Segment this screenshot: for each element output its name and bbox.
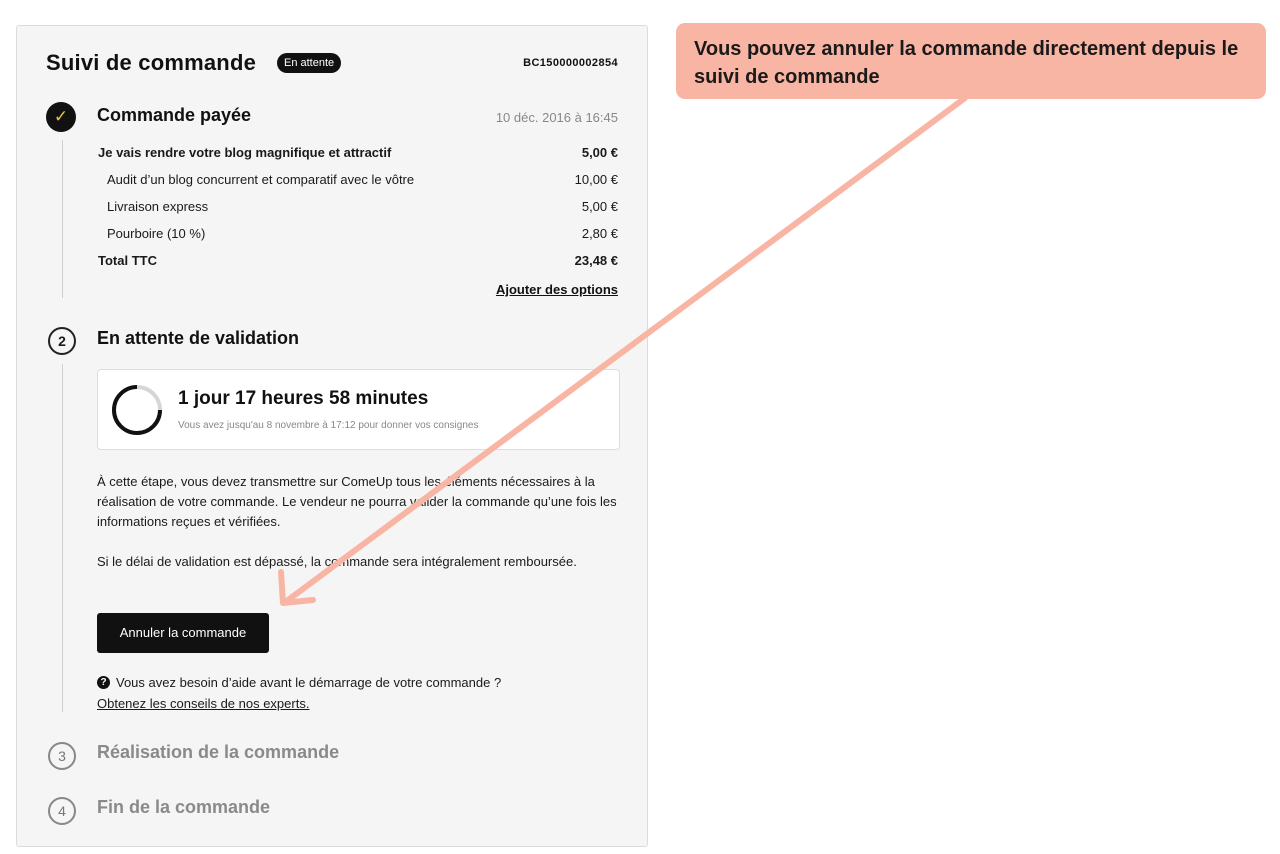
add-options-link[interactable]: Ajouter des options <box>496 282 618 297</box>
step-3-number: 3 <box>48 742 76 770</box>
help-text: Vous avez besoin d’aide avant le démarra… <box>116 675 502 690</box>
line-label: Pourboire (10 %) <box>107 226 206 241</box>
check-icon: ✓ <box>46 102 76 132</box>
order-line-tip: Pourboire (10 %) 2,80 € <box>98 226 618 246</box>
step-line <box>62 364 63 712</box>
line-amount: 5,00 € <box>581 145 618 160</box>
line-amount: 2,80 € <box>581 226 618 241</box>
expert-advice-link[interactable]: Obtenez les conseils de nos experts. <box>97 696 309 711</box>
step-4-title: Fin de la commande <box>97 797 271 817</box>
deadline-text: Vous avez jusqu'au 8 novembre à 17:12 po… <box>178 420 479 431</box>
total-amount: 23,48 € <box>574 253 618 268</box>
status-badge: En attente <box>277 53 342 73</box>
progress-ring-icon <box>112 385 162 435</box>
order-reference: BC150000002854 <box>523 57 618 69</box>
cancel-order-button[interactable]: Annuler la commande <box>97 613 269 653</box>
order-tracking-panel: Suivi de commande En attente BC150000002… <box>16 25 648 847</box>
step-1-date: 10 déc. 2016 à 16:45 <box>495 110 618 125</box>
refund-paragraph: Si le délai de validation est dépassé, l… <box>97 554 577 569</box>
step-4-number: 4 <box>48 797 76 825</box>
total-label: Total TTC <box>98 253 157 268</box>
countdown-card: 1 jour 17 heures 58 minutes Vous avez ju… <box>97 369 620 450</box>
annotation-callout: Vous pouvez annuler la commande directem… <box>676 23 1266 99</box>
step-2-number: 2 <box>48 327 76 355</box>
countdown-text: 1 jour 17 heures 58 minutes <box>178 388 429 409</box>
order-line-main: Je vais rendre votre blog magnifique et … <box>98 145 618 165</box>
step-1-title: Commande payée <box>97 105 252 125</box>
instructions-paragraph: À cette étape, vous devez transmettre su… <box>97 474 617 529</box>
line-label: Audit d’un blog concurrent et comparatif… <box>107 172 415 187</box>
step-2-title: En attente de validation <box>97 328 300 348</box>
step-3-title: Réalisation de la commande <box>97 742 340 762</box>
order-line-option: Livraison express 5,00 € <box>98 199 618 219</box>
question-circle-icon: ? <box>97 676 110 689</box>
step-line <box>62 140 63 298</box>
order-line-option: Audit d’un blog concurrent et comparatif… <box>98 172 618 192</box>
order-total: Total TTC 23,48 € <box>98 253 618 273</box>
line-amount: 5,00 € <box>581 199 618 214</box>
line-amount: 10,00 € <box>574 172 618 187</box>
line-label: Je vais rendre votre blog magnifique et … <box>98 145 392 160</box>
line-label: Livraison express <box>107 199 209 214</box>
page-title: Suivi de commande <box>46 50 257 75</box>
